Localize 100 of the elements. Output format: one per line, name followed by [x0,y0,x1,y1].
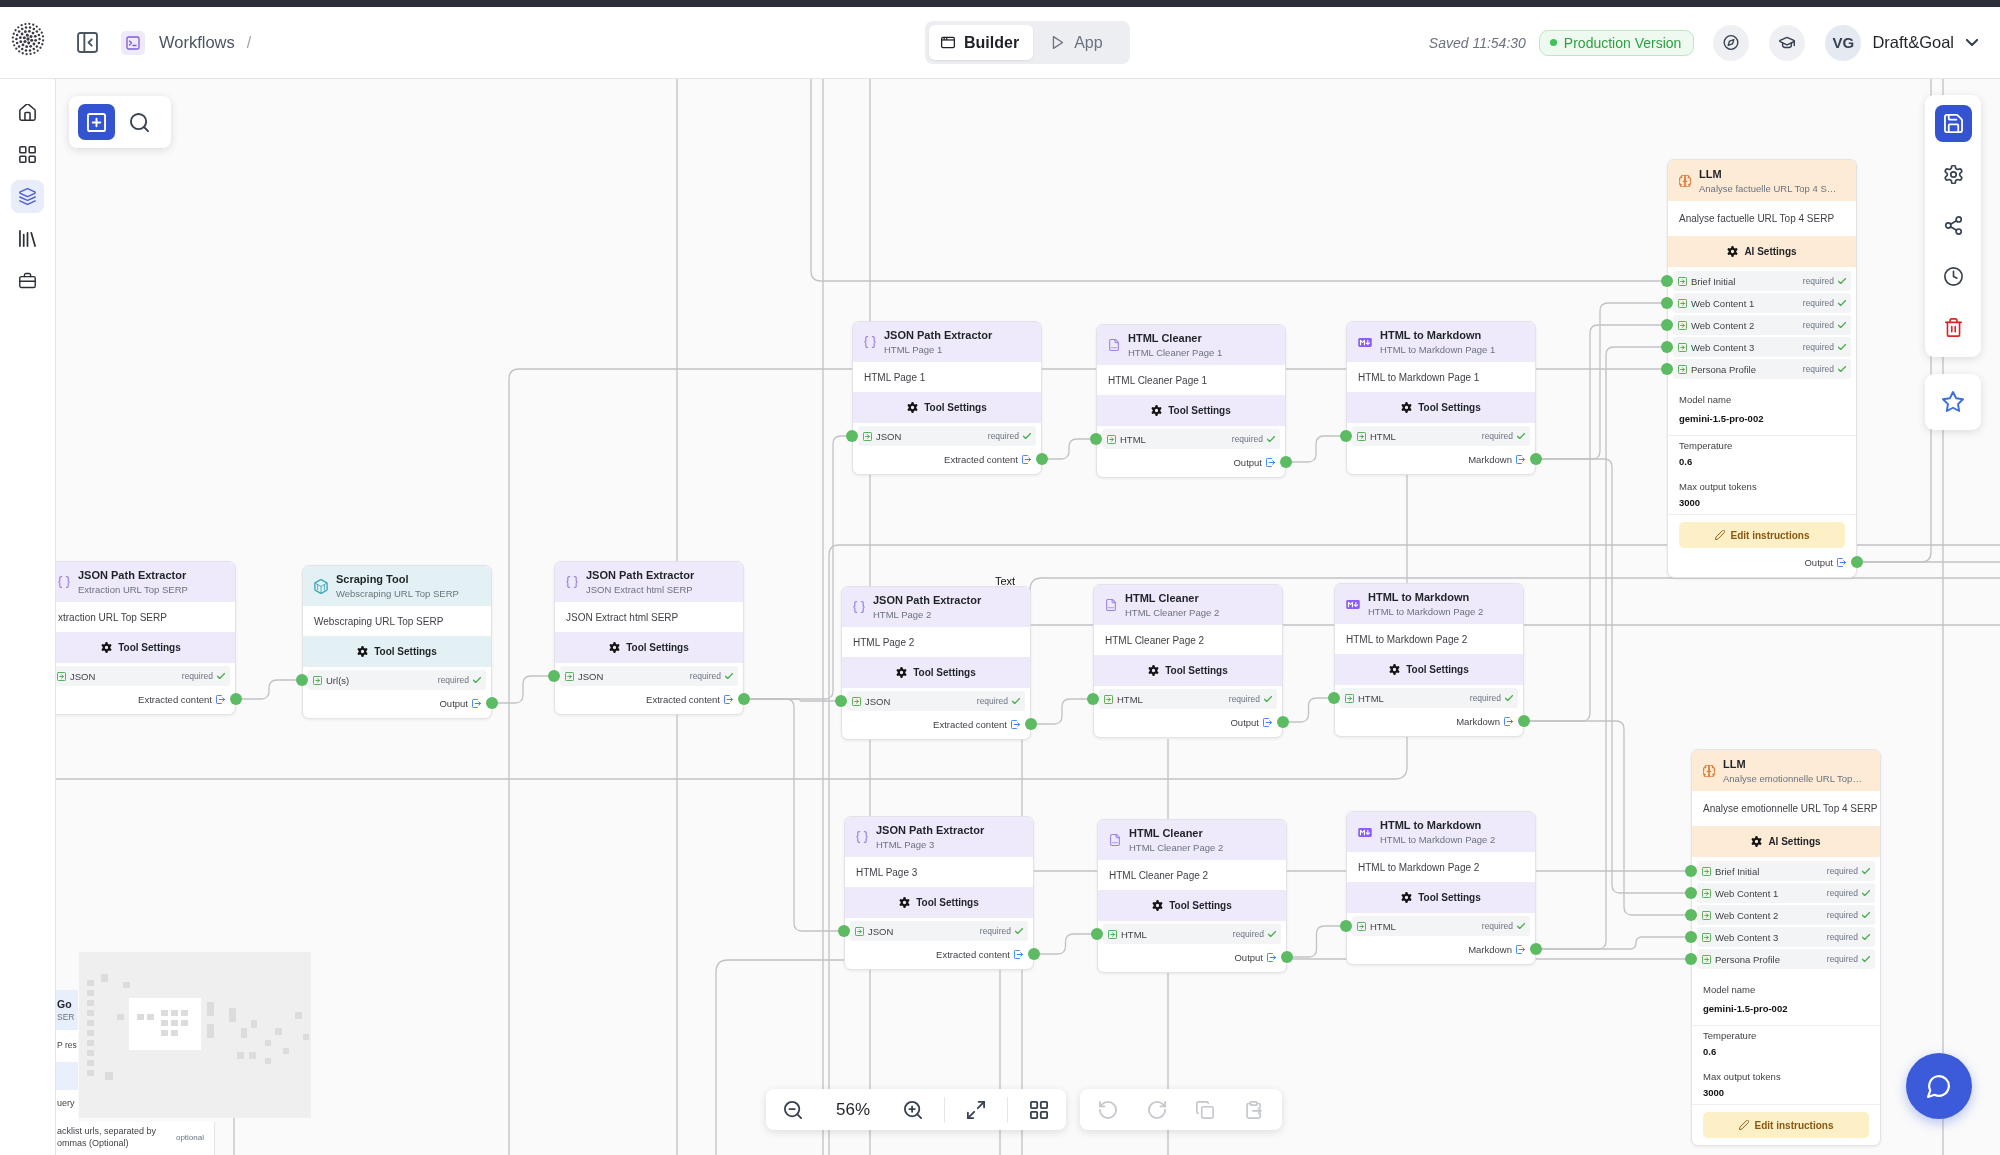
gear-icon [357,646,369,657]
tool-node-card[interactable]: JSON Path Extractor JSON Extract html SERP JSON Extract html SERP Tool Settings JSON required Extracted content [554,561,744,715]
handle-dot-icon[interactable] [1661,363,1673,375]
terminal-icon [121,30,145,55]
edit-instructions-button[interactable]: Edit instructions [1679,522,1845,548]
arrow-out-box-icon [1266,457,1275,467]
handle-dot-icon[interactable] [1685,953,1697,965]
favorite-button[interactable] [1925,374,1981,430]
tool-node-card[interactable]: HTML Cleaner HTML Cleaner Page 2 HTML Cleaner Page 2 Tool Settings HTML required Output [1097,819,1287,973]
arrow-in-box-icon [1107,434,1116,444]
tool-settings-button[interactable]: Tool Settings [1098,890,1286,921]
tool-settings-button[interactable]: Tool Settings [555,632,743,663]
tool-node-card[interactable]: JSON Path Extractor HTML Page 1 HTML Page 1 Tool Settings JSON required Extracted content [852,321,1042,475]
param-label: Model name [1679,393,1732,407]
mode-tab[interactable]: App [1037,25,1115,60]
required-label: required [1481,431,1513,441]
llm-node-card[interactable] [1691,749,1881,1146]
llm-node-card[interactable] [1667,159,1857,578]
tool-settings-button[interactable]: Tool Settings [1094,655,1282,686]
tool-settings-button[interactable]: Tool Settings [853,392,1041,423]
add-node-button[interactable] [78,104,115,140]
port-label: Output [1804,556,1833,568]
node-title: HTML Cleaner [1129,826,1203,840]
handle-dot-icon[interactable] [1328,692,1340,704]
handle-dot-icon[interactable] [1685,931,1697,943]
trash-icon [1943,318,1963,337]
handle-dot-icon[interactable] [1685,865,1697,877]
tool-node-card[interactable]: HTML to Markdown HTML to Markdown Page 2 HTML to Markdown Page 2 Tool Settings HTML required Markdown [1334,583,1524,737]
tool-node-card[interactable]: HTML to Markdown HTML to Markdown Page 2 HTML to Markdown Page 2 Tool Settings HTML required Markdown [1346,811,1536,965]
handle-dot-icon[interactable] [1685,887,1697,899]
search-button[interactable] [127,110,151,134]
node-description: HTML Cleaner Page 2 [1109,869,1209,881]
tool-settings-button[interactable]: Tool Settings [1347,392,1535,423]
arrow-out-box-icon [724,694,733,704]
handle-dot-icon[interactable] [1661,319,1673,331]
user-name[interactable]: Draft&Goal [1872,33,1954,52]
node-title: Go [57,998,72,1010]
chat-button[interactable] [1906,1053,1972,1119]
tool-node-card[interactable]: JSON Path Extractor Extraction URL Top SERP xtraction URL Top SERP Tool Settings JSON required Extracted content [56,561,236,715]
compass-button[interactable] [1713,24,1750,61]
param-value: 3000 [1679,496,1701,510]
handle-dot-icon[interactable] [1087,693,1099,705]
share-icon [1943,216,1963,235]
minimap[interactable] [79,952,311,1118]
handle-dot-icon[interactable] [846,430,858,442]
port-label: JSON [876,430,902,442]
handle-dot-icon[interactable] [835,695,847,707]
tool-settings-button[interactable]: Tool Settings [56,632,235,663]
port-label: Brief Initial [1715,865,1760,877]
edit-instructions-button[interactable]: Edit instructions [1703,1112,1869,1138]
graduation-cap-icon [1779,35,1796,50]
arrow-out-box-icon [1837,557,1846,567]
gear-icon [907,402,919,413]
handle-dot-icon[interactable] [838,925,850,937]
braces-icon [856,831,868,843]
arrow-out-box-icon [1267,952,1276,962]
tool-settings-button[interactable]: Tool Settings [842,657,1030,688]
handle-dot-icon[interactable] [1685,909,1697,921]
breadcrumb-link[interactable]: Workflows [159,33,235,52]
handle-dot-icon[interactable] [1661,297,1673,309]
tool-node-card[interactable]: Go SER P res uery [56,990,78,1122]
tool-node-card[interactable]: HTML to Markdown HTML to Markdown Page 1 HTML to Markdown Page 1 Tool Settings HTML required Markdown [1346,321,1536,475]
tool-node-card[interactable]: JSON Path Extractor HTML Page 2 HTML Page 2 Tool Settings JSON required Extracted content [841,586,1031,740]
tool-settings-button[interactable]: Tool Settings [845,887,1033,918]
optional-label: optional [175,1133,204,1142]
arrow-in-box-icon [1702,932,1711,942]
port-label: HTML [1358,692,1384,704]
tool-node-card[interactable]: Scraping Tool Webscraping URL Top SERP Webscraping URL Top SERP Tool Settings Url(s) required Output [302,565,492,719]
handle-dot-icon[interactable] [1661,341,1673,353]
handle-dot-icon[interactable] [1090,433,1102,445]
handle-dot-icon[interactable] [1340,920,1352,932]
save-button[interactable] [1934,105,1972,142]
tool-node-card[interactable]: JSON Path Extractor HTML Page 3 HTML Page 3 Tool Settings JSON required Extracted content [844,816,1034,970]
sidebar-toggle-button[interactable] [75,30,99,55]
arrow-in-box-icon [1678,320,1687,330]
tool-node-card[interactable]: HTML Cleaner HTML Cleaner Page 2 HTML Cleaner Page 2 Tool Settings HTML required Output [1093,584,1283,738]
node-description: Analyse factuelle URL Top 4 SERP [1679,213,1835,224]
handle-dot-icon[interactable] [296,674,308,686]
chevron-down-icon[interactable] [1966,39,1978,46]
learn-button[interactable] [1769,24,1806,61]
grid-icon [19,146,36,163]
port-label: Extracted content [646,693,720,705]
handle-dot-icon[interactable] [548,670,560,682]
tool-settings-button[interactable]: Tool Settings [1335,654,1523,685]
handle-dot-icon[interactable] [1340,430,1352,442]
tool-settings-button[interactable]: Tool Settings [303,636,491,667]
ai-settings-button[interactable]: AI Settings [1692,826,1880,857]
node-title: JSON Path Extractor [586,568,695,582]
port-label: HTML [1370,920,1396,932]
handle-dot-icon[interactable] [1091,928,1103,940]
tool-settings-button[interactable]: Tool Settings [1097,395,1285,426]
port-label: JSON [578,670,604,682]
mode-tab[interactable]: Builder [929,25,1034,60]
node-subtitle: Analyse emotionnelle URL Top… [1723,772,1862,785]
user-avatar[interactable]: VG [1825,24,1862,61]
tool-node-card[interactable]: HTML Cleaner HTML Cleaner Page 1 HTML Cleaner Page 1 Tool Settings HTML required Output [1096,324,1286,478]
tool-settings-button[interactable]: Tool Settings [1347,882,1535,913]
handle-dot-icon[interactable] [1661,275,1673,287]
edge-label: Text [995,575,1016,587]
ai-settings-button[interactable]: AI Settings [1668,236,1856,267]
